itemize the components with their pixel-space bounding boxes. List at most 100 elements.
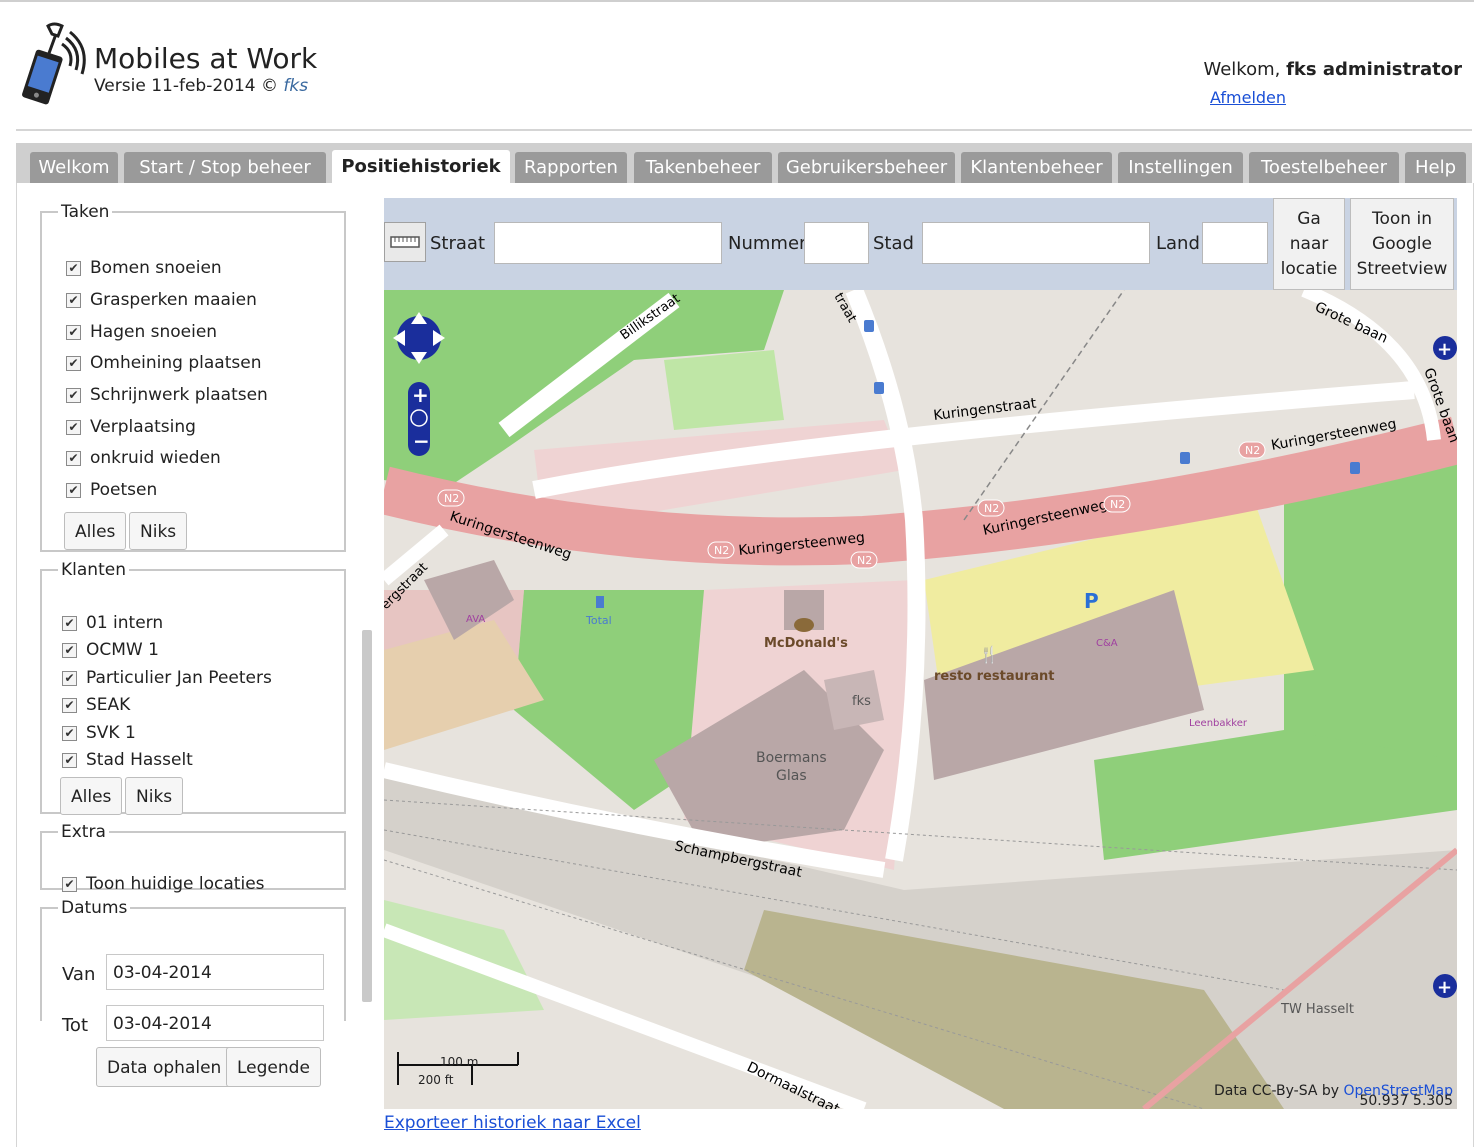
sidebar-scrollbar[interactable] [360,200,374,1020]
klant-item[interactable]: ✔ OCMW 1 [62,640,159,660]
klant-label: SVK 1 [86,723,136,743]
scrollbar-thumb[interactable] [362,630,372,1002]
streetview-button[interactable]: Toon in Google Streetview [1350,198,1454,290]
checkbox[interactable]: ✔ [62,697,77,713]
tab-takenbeheer[interactable]: Takenbeheer [634,152,772,183]
poi-fks: fks [852,694,871,709]
taak-item[interactable]: ✔ Bomen snoeien [66,258,222,278]
taak-item[interactable]: ✔ Schrijnwerk plaatsen [66,385,268,405]
tab-help[interactable]: Help [1405,152,1466,183]
klant-label: Stad Hasselt [86,750,193,770]
map-canvas[interactable]: Billikstraat Kuringenstraat Kuringerstee… [384,290,1457,1109]
logout-link[interactable]: Afmelden [1210,88,1286,107]
attribution-text: Data CC-By-SA by [1214,1083,1340,1099]
taak-label: onkruid wieden [90,448,221,468]
svg-text:+: + [1437,977,1452,998]
taak-label: Grasperken maaien [90,290,257,310]
poi-leenbakker: Leenbakker [1189,718,1248,729]
taak-label: Poetsen [90,480,158,500]
layer-switcher-plus-icon[interactable]: + [1433,336,1457,360]
checkbox[interactable]: ✔ [66,292,81,308]
ruler-icon[interactable] [384,222,426,262]
zoom-out-icon[interactable]: − [413,429,430,453]
poi-boermans: Boermans [756,750,827,766]
tab-klantenbeheer[interactable]: Klantenbeheer [961,152,1112,183]
tab-toestelbeheer[interactable]: Toestelbeheer [1249,152,1399,183]
klant-item[interactable]: ✔ 01 intern [62,613,163,633]
poi-tw-hasselt: TW Hasselt [1280,1002,1354,1017]
checkbox[interactable]: ✔ [66,482,81,498]
taak-label: Schrijnwerk plaatsen [90,385,268,405]
taak-item[interactable]: ✔ Poetsen [66,480,157,500]
van-label: Van [62,964,96,985]
land-input[interactable] [1202,222,1268,264]
checkbox[interactable]: ✔ [66,324,81,340]
klant-item[interactable]: ✔ SVK 1 [62,723,136,743]
app-title: Mobiles at Work [94,42,318,75]
route-badge-text: N2 [714,544,729,557]
export-excel-link[interactable]: Exporteer historiek naar Excel [384,1113,641,1133]
straat-input[interactable] [494,222,722,264]
route-badge-text: N2 [444,492,459,505]
extra-legend: Extra [61,822,106,842]
legende-button[interactable]: Legende [226,1047,321,1087]
tab-start-stop-beheer[interactable]: Start / Stop beheer [124,152,326,183]
tab-welkom[interactable]: Welkom [30,152,118,183]
tab-rapporten[interactable]: Rapporten [515,152,627,183]
taak-label: Omheining plaatsen [90,353,262,373]
checkbox[interactable]: ✔ [62,752,77,768]
data-ophalen-button[interactable]: Data ophalen [96,1047,233,1087]
taken-legend: Taken [61,202,110,222]
klanten-niks-button[interactable]: Niks [125,777,184,815]
taak-item[interactable]: ✔ Grasperken maaien [66,290,257,310]
tot-label: Tot [62,1015,89,1036]
fuel-icon [596,596,604,608]
map-panel[interactable]: Straat Nummer Stad Land Ga naar locatie … [384,198,1457,1109]
tab-gebruikersbeheer[interactable]: Gebruikersbeheer [778,152,955,183]
checkbox[interactable]: ✔ [62,670,77,686]
klanten-fieldset: Klanten ✔ 01 intern ✔ OCMW 1 ✔ Particulier … [40,560,346,815]
datums-legend: Datums [61,898,128,918]
klant-item[interactable]: ✔ SEAK [62,695,130,715]
taak-item[interactable]: ✔ Verplaatsing [66,417,196,437]
checkbox[interactable]: ✔ [66,387,81,403]
taak-item[interactable]: ✔ Omheining plaatsen [66,353,261,373]
top-border [0,0,1474,2]
klanten-alles-button[interactable]: Alles [60,777,123,815]
ga-naar-locatie-button[interactable]: Ga naar locatie [1273,198,1345,290]
checkbox[interactable]: ✔ [62,725,77,741]
tab-positiehistoriek[interactable]: Positiehistoriek [332,150,510,186]
checkbox[interactable]: ✔ [66,355,81,371]
checkbox[interactable]: ✔ [62,876,77,892]
route-badge-text: N2 [1110,498,1125,511]
taken-niks-button[interactable]: Niks [129,512,188,550]
checkbox[interactable]: ✔ [62,642,77,658]
checkbox[interactable]: ✔ [66,450,81,466]
zoom-control[interactable]: + − [408,382,430,456]
toon-in-line: Toon in [1372,209,1432,229]
checkbox[interactable]: ✔ [66,260,81,276]
taken-alles-button[interactable]: Alles [64,512,127,550]
overview-map-plus-icon[interactable]: + [1433,974,1457,998]
stad-label: Stad [873,233,914,254]
tab-instellingen[interactable]: Instellingen [1118,152,1243,183]
checkbox[interactable]: ✔ [66,419,81,435]
klant-item[interactable]: ✔ Particulier Jan Peeters [62,668,272,688]
tot-input[interactable]: 03-04-2014 [106,1005,324,1041]
extra-fieldset: Extra ✔ Toon huidige locaties [40,822,346,894]
van-input[interactable]: 03-04-2014 [106,954,324,990]
nummer-input[interactable] [804,222,869,264]
toon-locaties-item[interactable]: ✔ Toon huidige locaties [62,874,265,894]
address-toolbar: Straat Nummer Stad Land Ga naar locatie … [384,198,1457,290]
restaurant-icon: 🍴 [979,645,999,664]
stad-input[interactable] [922,222,1150,264]
bus-stop-icon [1180,452,1190,464]
welcome-text: Welkom, fks administrator [1203,59,1462,80]
welcome-prefix: Welkom, [1203,59,1281,80]
checkbox[interactable]: ✔ [62,615,77,631]
klant-item[interactable]: ✔ Stad Hasselt [62,750,193,770]
zoom-in-icon[interactable]: + [412,383,429,407]
taak-item[interactable]: ✔ Hagen snoeien [66,322,217,342]
taak-item[interactable]: ✔ onkruid wieden [66,448,221,468]
parking-icon: P [1084,589,1099,613]
